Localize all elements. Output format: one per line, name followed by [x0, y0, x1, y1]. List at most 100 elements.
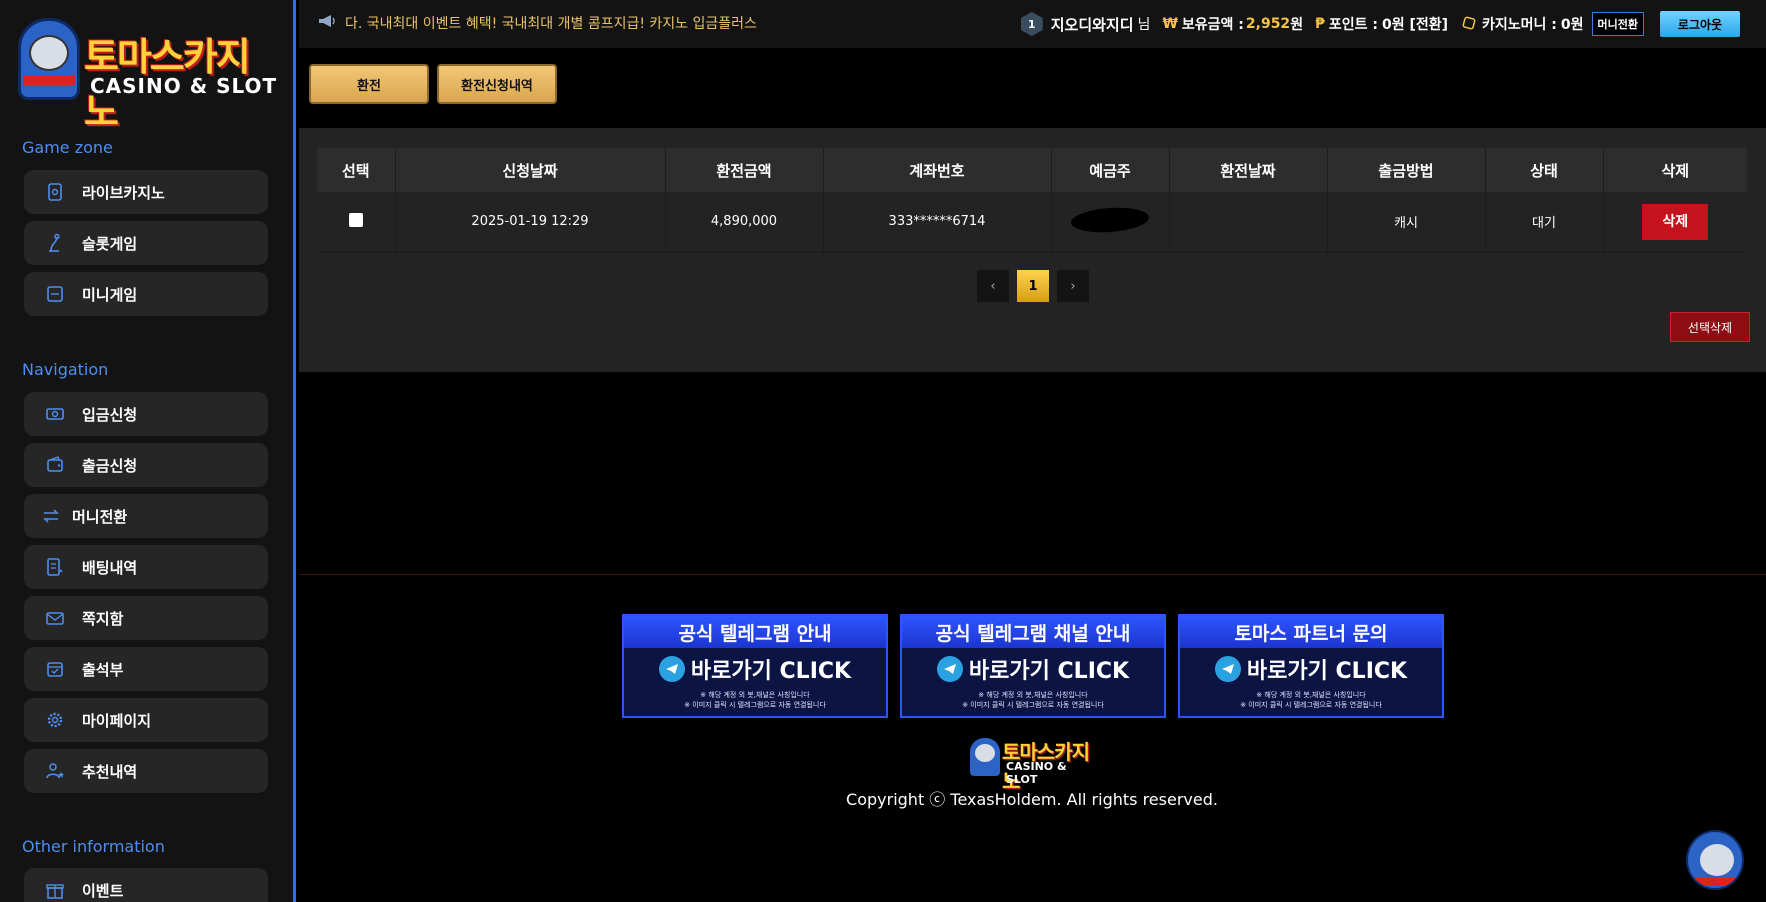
column-header: 삭제 [1603, 148, 1747, 192]
sidebar-item-label: 쪽지함 [82, 609, 124, 628]
next-page-button[interactable]: › [1057, 270, 1089, 302]
site-logo[interactable]: 토마스카지노 CASINO & SLOT [18, 16, 278, 134]
username: 지오디와지디 [1050, 15, 1134, 34]
sidebar-item-label: 추천내역 [82, 762, 138, 781]
point-icon: ₱ [1315, 16, 1325, 32]
sidebar-item-money-exchange[interactable]: 머니전환 [24, 494, 268, 538]
method-cell: 캐시 [1327, 192, 1486, 253]
sidebar-item-messages[interactable]: 쪽지함 [24, 596, 268, 640]
telegram-banner-official[interactable]: 공식 텔레그램 안내 바로가기 CLICK ※ 해당 계정 외 봇,채널은 사칭… [622, 614, 888, 718]
user-status-bar: 1 지오디와지디 님 ₩ 보유금액 : 2,952 원 ₱ 포인트 : 0원 [… [1020, 11, 1740, 37]
sidebar: 토마스카지노 CASINO & SLOT Game zone 라이브카지노 슬롯… [0, 0, 296, 902]
pagination: ‹ 1 › [977, 270, 1089, 302]
banner-title: 공식 텔레그램 안내 [624, 616, 886, 648]
banner-cta: 바로가기 CLICK [690, 659, 852, 684]
calendar-icon [44, 658, 66, 680]
tab-exchange[interactable]: 환전 [309, 64, 429, 104]
column-header: 환전날짜 [1169, 148, 1328, 192]
delete-button[interactable]: 삭제 [1642, 203, 1709, 240]
footer-logo: 토마스카지노 CASINO & SLOT [968, 736, 1098, 793]
cash-icon [44, 403, 66, 425]
top-bar: 다. 국내최대 이벤트 혜택! 국내최대 개별 콤프지급! 카지노 입금플러스 … [299, 0, 1766, 48]
prev-page-button[interactable]: ‹ [977, 270, 1009, 302]
casino-money-value: 0원 [1560, 17, 1584, 33]
column-header: 신청날짜 [395, 148, 666, 192]
gift-icon [44, 879, 66, 901]
sidebar-item-label: 마이페이지 [82, 711, 152, 730]
sidebar-item-my-page[interactable]: 마이페이지 [24, 698, 268, 742]
sidebar-item-label: 슬롯게임 [82, 234, 138, 253]
banner-note: ※ 이미지 클릭 시 텔레그램으로 자동 연결됩니다 [1240, 701, 1382, 709]
column-header: 환전금액 [665, 148, 824, 192]
column-header: 출금방법 [1327, 148, 1486, 192]
sidebar-item-label: 배팅내역 [82, 558, 138, 577]
telegram-icon [936, 656, 963, 682]
sidebar-item-mini-game[interactable]: 미니게임 [24, 272, 268, 316]
banner-note: ※ 해당 계정 외 봇,채널은 사칭입니다 [978, 691, 1088, 699]
column-header: 선택 [317, 148, 396, 192]
notice-ticker: 다. 국내최대 이벤트 혜택! 국내최대 개별 콤프지급! 카지노 입금플러스 [317, 13, 757, 33]
delete-cell: 삭제 [1603, 192, 1747, 253]
section-title-other-information: Other information [22, 837, 165, 856]
banner-note: ※ 이미지 클릭 시 텔레그램으로 자동 연결됩니다 [684, 701, 826, 709]
point-label: 포인트 : [1328, 17, 1378, 33]
bulk-delete-button[interactable]: 선택삭제 [1670, 312, 1750, 342]
banner-cta-row: 바로가기 CLICK [624, 648, 886, 690]
username-suffix: 님 [1137, 17, 1151, 33]
ticker-text: 다. 국내최대 이벤트 혜택! 국내최대 개별 콤프지급! 카지노 입금플러스 [345, 16, 757, 32]
banner-note: ※ 해당 계정 외 봇,채널은 사칭입니다 [1256, 691, 1366, 699]
banner-title: 토마스 파트너 문의 [1180, 616, 1442, 648]
sidebar-item-label: 입금신청 [82, 405, 138, 424]
money-convert-button[interactable]: 머니전환 [1591, 12, 1644, 36]
message-icon [44, 607, 66, 629]
balance-value: 2,952 [1245, 16, 1291, 32]
mini-game-icon [44, 283, 66, 305]
page-button-current[interactable]: 1 [1017, 270, 1049, 302]
telegram-icon [658, 656, 685, 682]
column-header: 예금주 [1051, 148, 1170, 192]
account-cell: 333******6714 [823, 192, 1052, 253]
exchange-history-table: 선택 신청날짜 환전금액 계좌번호 예금주 환전날짜 출금방법 상태 삭제 20… [317, 148, 1747, 253]
sidebar-item-event[interactable]: 이벤트 [24, 868, 268, 902]
sidebar-item-deposit[interactable]: 입금신청 [24, 392, 268, 436]
exchange-arrows-icon [40, 505, 62, 527]
sidebar-item-bet-history[interactable]: 배팅내역 [24, 545, 268, 589]
section-title-navigation: Navigation [22, 360, 109, 379]
sidebar-item-slot-game[interactable]: 슬롯게임 [24, 221, 268, 265]
banner-cta: 바로가기 CLICK [1246, 659, 1408, 684]
page: 토마스카지노 CASINO & SLOT Game zone 라이브카지노 슬롯… [0, 0, 1766, 902]
won-icon: ₩ [1162, 16, 1178, 32]
telegram-banner-channel[interactable]: 공식 텔레그램 채널 안내 바로가기 CLICK ※ 해당 계정 외 봇,채널은… [900, 614, 1166, 718]
cards-icon [44, 181, 66, 203]
banner-note: ※ 해당 계정 외 봇,채널은 사칭입니다 [700, 691, 810, 699]
banner-cta: 바로가기 CLICK [968, 659, 1130, 684]
exchange-history-panel: 선택 신청날짜 환전금액 계좌번호 예금주 환전날짜 출금방법 상태 삭제 20… [299, 128, 1766, 372]
telegram-icon [1214, 656, 1241, 682]
table-row: 2025-01-19 12:29 4,890,000 333******6714… [317, 192, 1747, 253]
sidebar-item-live-casino[interactable]: 라이브카지노 [24, 170, 268, 214]
sidebar-item-withdraw[interactable]: 출금신청 [24, 443, 268, 487]
telegram-banner-partner[interactable]: 토마스 파트너 문의 바로가기 CLICK ※ 해당 계정 외 봇,채널은 사칭… [1178, 614, 1444, 718]
gear-icon [44, 709, 66, 731]
footer-logo-subtitle: CASINO & SLOT [1006, 760, 1067, 786]
megaphone-icon [317, 13, 337, 33]
casino-money-icon [1462, 15, 1476, 34]
divider [299, 574, 1766, 575]
casino-money-label: 카지노머니 : [1482, 17, 1557, 33]
sidebar-item-label: 이벤트 [82, 881, 124, 900]
logout-button[interactable]: 로그아웃 [1660, 11, 1740, 37]
point-value[interactable]: 0원 [전환] [1382, 14, 1448, 34]
section-title-game-zone: Game zone [22, 138, 113, 157]
floating-mascot-icon[interactable] [1686, 830, 1744, 890]
tab-exchange-history[interactable]: 환전신청내역 [437, 64, 557, 104]
copyright-text: Copyright ⓒ TexasHoldem. All rights rese… [846, 790, 1218, 809]
banner-cta-row: 바로가기 CLICK [902, 648, 1164, 690]
sidebar-item-attendance[interactable]: 출석부 [24, 647, 268, 691]
logo-subtitle: CASINO & SLOT [90, 74, 278, 98]
level-badge: 1 [1020, 12, 1043, 36]
wallet-icon [44, 454, 66, 476]
row-checkbox[interactable] [348, 212, 363, 227]
status-badge: 대기 [1485, 192, 1604, 253]
select-cell [317, 192, 396, 253]
column-header: 계좌번호 [823, 148, 1052, 192]
